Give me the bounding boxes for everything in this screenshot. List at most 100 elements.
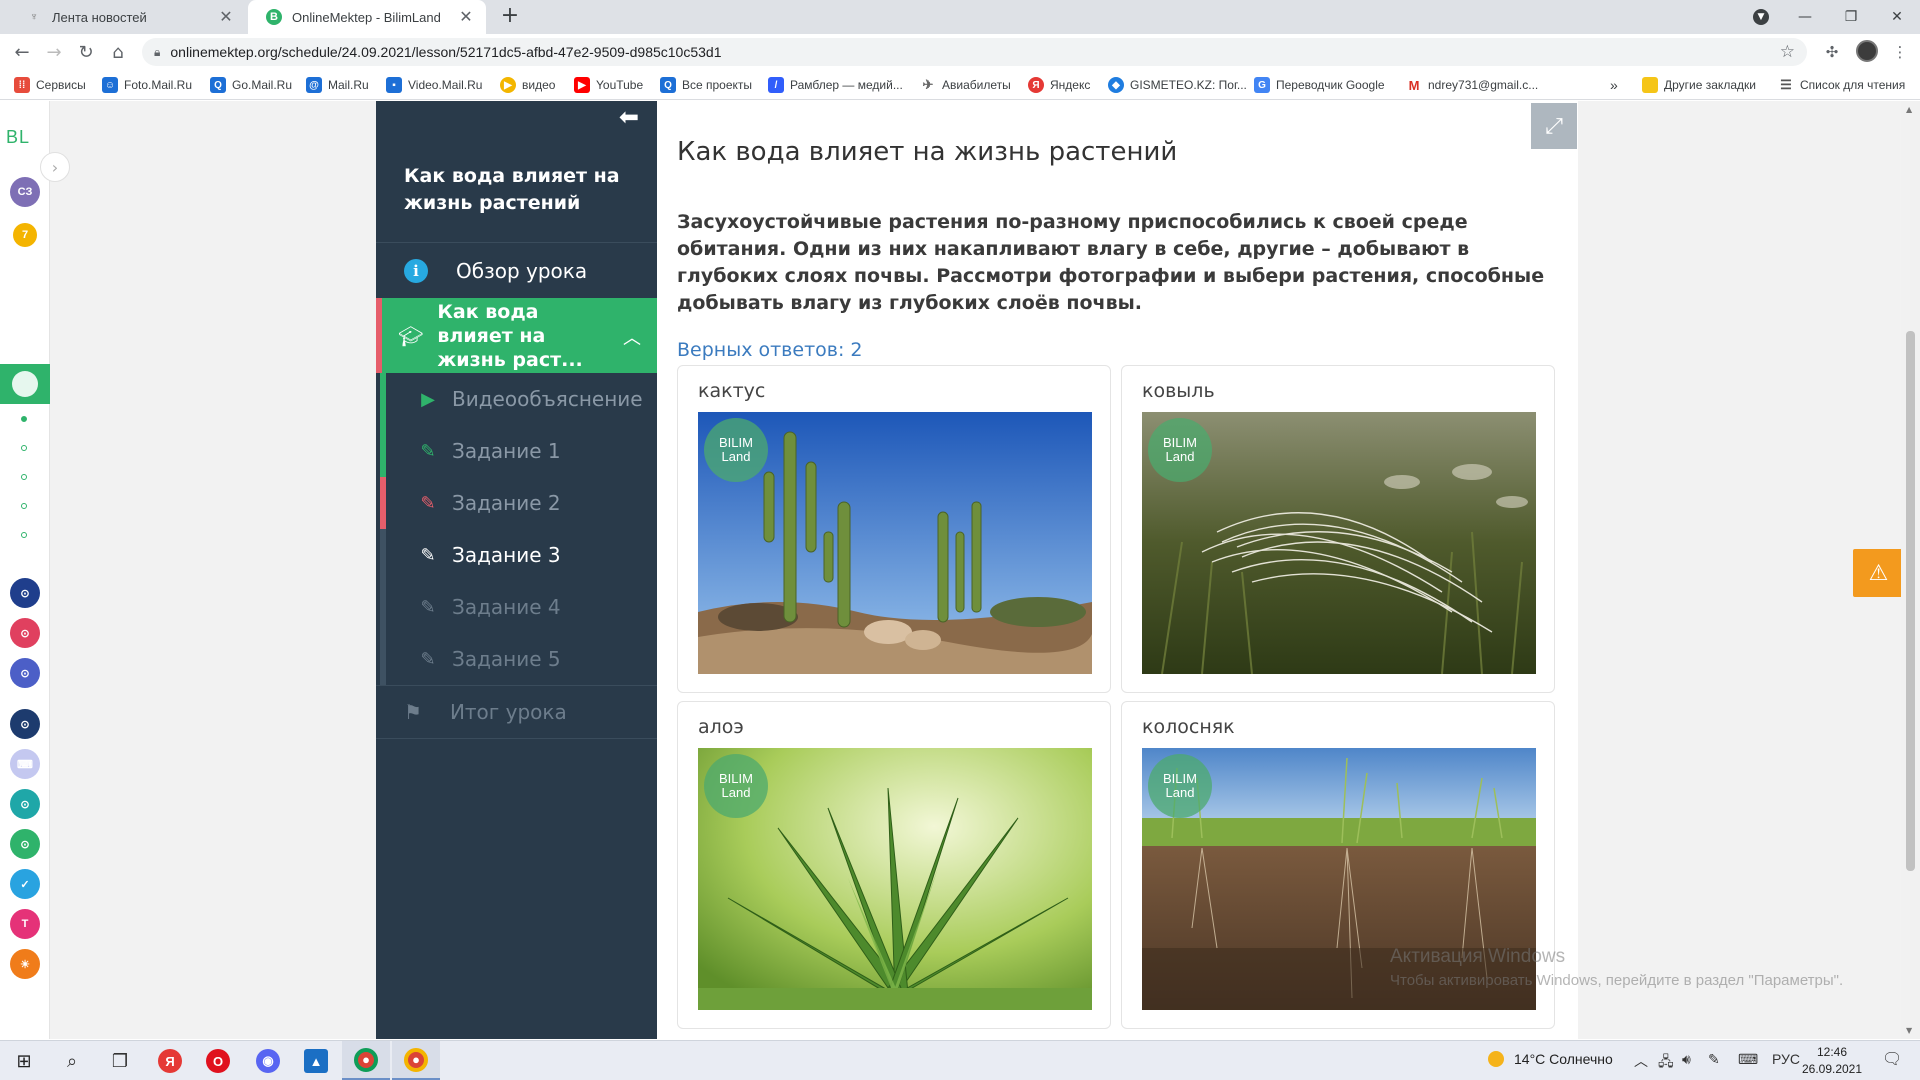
chevron-down-icon: ▼ [1753,9,1769,25]
bilim-land-icon[interactable]: ⊙ [10,829,40,859]
profile-avatar[interactable] [1856,40,1878,62]
bilim-shop-icon[interactable]: ⊙ [10,618,40,648]
keyboard-icon[interactable]: ⌨ [1738,1051,1758,1068]
bookmark-video[interactable]: ▶ видео [500,77,555,93]
test-app-icon[interactable]: ✓ [10,869,40,899]
back-arrow-icon[interactable]: ⬅ [619,103,639,131]
close-tab-icon[interactable]: ✕ [458,7,474,27]
restore-button[interactable]: ❐ [1828,0,1874,34]
chrome-menu-button[interactable]: ⋮ [1890,42,1910,62]
language-indicator[interactable]: РУС [1772,1051,1800,1067]
start-button[interactable]: ⊞ [0,1041,48,1080]
extensions-button[interactable]: ✣ [1822,42,1842,62]
current-section-item[interactable]: 🎓︎ Как вода влияет на жизнь раст... ︿ [376,298,657,373]
lesson-item-task-4[interactable]: ✎ Задание 4 [380,581,657,633]
chrome-app-second[interactable]: ● [392,1041,440,1080]
tab-search-button[interactable]: ▼ [1738,0,1784,34]
yandex-browser-app[interactable]: Я [146,1041,194,1080]
bookmark-label: Рамблер — медий... [790,78,903,92]
bookmark-go-mail[interactable]: Q Go.Mail.Ru [210,77,292,93]
notification-badge[interactable]: 7 [13,223,37,247]
progress-dot[interactable] [21,474,27,480]
scroll-up-icon[interactable]: ▲ [1906,105,1912,114]
bookmark-mail-ru[interactable]: @ Mail.Ru [306,77,369,93]
bookmark-services[interactable]: ⁞⁞ Сервисы [14,77,86,93]
bookmark-star-icon[interactable]: ☆ [1780,42,1795,62]
bilimland-watermark-badge: BILIM Land [704,418,768,482]
lesson-item-task-5[interactable]: ✎ Задание 5 [380,633,657,685]
bookmark-yandex[interactable]: Я Яндекс [1028,77,1090,93]
bookmark-rambler[interactable]: / Рамблер — медий... [768,77,903,93]
warning-icon: ⚠ [1868,560,1889,586]
scroll-down-icon[interactable]: ▼ [1906,1026,1912,1035]
photos-app[interactable]: ▲ [292,1041,340,1080]
scrollbar-thumb[interactable] [1906,331,1915,871]
bookmark-gismeteo[interactable]: ◆ GISMETEO.KZ: Пог... [1108,77,1247,93]
answer-card-cactus[interactable]: кактус BILIM Land [677,365,1111,693]
chevron-up-icon[interactable]: ︿ [623,324,641,350]
bookmark-gmail[interactable]: M ndrey731@gmail.c... [1406,77,1538,93]
bookmark-label: GISMETEO.KZ: Пог... [1130,78,1247,92]
forward-button[interactable]: → [42,40,66,64]
bilim-media-icon[interactable]: ⊙ [10,658,40,688]
answer-card-aloe[interactable]: алоэ BILIM Land [677,701,1111,1029]
progress-dot[interactable] [21,416,27,422]
opera-app[interactable]: O [194,1041,242,1080]
lesson-overview-item[interactable]: i Обзор урока [376,242,657,298]
lesson-item-task-2[interactable]: ✎ Задание 2 [380,477,657,529]
bilim-class-icon[interactable]: ⊙ [10,789,40,819]
system-clock[interactable]: 12:46 26.09.2021 [1800,1044,1864,1078]
network-icon[interactable]: 🖧︎ [1658,1051,1674,1075]
user-avatar[interactable]: СЗ [10,177,40,207]
volume-icon[interactable]: 🔊︎ [1682,1051,1691,1068]
progress-dot[interactable] [21,503,27,509]
notifications-button[interactable]: 🗨︎ [1882,1049,1906,1073]
bookmark-youtube[interactable]: ▶ YouTube [574,77,643,93]
discord-app[interactable]: ◉ [244,1041,292,1080]
card-label: алоэ [698,716,744,738]
weather-widget[interactable]: 14°C Солнечно [1488,1051,1613,1067]
more-bookmarks-button[interactable]: » [1610,77,1618,93]
report-problem-button[interactable]: ⚠ [1853,549,1904,597]
pen-icon[interactable]: ✎ [1708,1051,1720,1068]
bilimland-logo[interactable]: BL [6,127,30,148]
address-bar[interactable]: 🔒︎ onlinemektep.org/schedule/24.09.2021/… [142,38,1807,66]
chrome-app[interactable]: ● [342,1041,390,1080]
lesson-summary-item[interactable]: ⚑ Итог урока [376,685,657,739]
keyboard-app-icon[interactable]: ⌨ [10,749,40,779]
back-button[interactable]: ← [10,40,34,64]
bookmark-google-translate[interactable]: G Переводчик Google [1254,77,1385,93]
home-button[interactable]: ⌂ [106,40,130,64]
task-view-button[interactable]: ❐ [96,1041,144,1080]
lesson-item-task-3[interactable]: ✎ Задание 3 [380,529,657,581]
rail-item-onlinemektep[interactable] [0,364,50,404]
mektep-app-icon[interactable]: ☀ [10,949,40,979]
fullscreen-button[interactable]: ⤢ [1531,103,1577,149]
bilimland-app-icon[interactable]: ⊙ [10,578,40,608]
close-tab-icon[interactable]: ✕ [218,7,234,27]
tab-news-feed[interactable]: ♆ Лента новостей ✕ [8,0,246,34]
new-tab-button[interactable]: + [498,5,522,29]
progress-dot[interactable] [21,532,27,538]
reading-list-button[interactable]: ☰ Список для чтения [1778,77,1905,93]
smart-nation-icon[interactable]: ⊙ [10,709,40,739]
reload-button[interactable]: ↻ [74,40,98,64]
bookmark-all-projects[interactable]: Q Все проекты [660,77,752,93]
rail-expand-button[interactable]: › [40,152,70,182]
lesson-item-task-1[interactable]: ✎ Задание 1 [380,425,657,477]
bookmark-other[interactable]: Другие закладки [1642,77,1756,93]
bookmark-video-mail[interactable]: ▪ Video.Mail.Ru [386,77,482,93]
lesson-item-video[interactable]: ▶ Видеообъяснение [380,373,657,425]
answer-card-feather-grass[interactable]: ковыль BILIM Land [1121,365,1555,693]
bookmark-foto-mail[interactable]: ☺ Foto.Mail.Ru [102,77,192,93]
progress-dot[interactable] [21,445,27,451]
tray-chevron-up-icon[interactable]: ︿ [1634,1051,1648,1071]
lock-icon: 🔒︎ [154,44,161,59]
minimize-button[interactable]: — [1782,0,1828,34]
tab-onlinemektep[interactable]: B OnlineMektep - BilimLand ✕ [248,0,486,34]
search-button[interactable]: ⌕ [48,1041,96,1080]
bookmark-aviabilety[interactable]: ✈ Авиабилеты [920,77,1011,93]
close-window-button[interactable]: ✕ [1874,0,1920,34]
twig-icon[interactable]: T [10,909,40,939]
page-scrollbar[interactable]: ▲ ▼ [1901,101,1920,1039]
